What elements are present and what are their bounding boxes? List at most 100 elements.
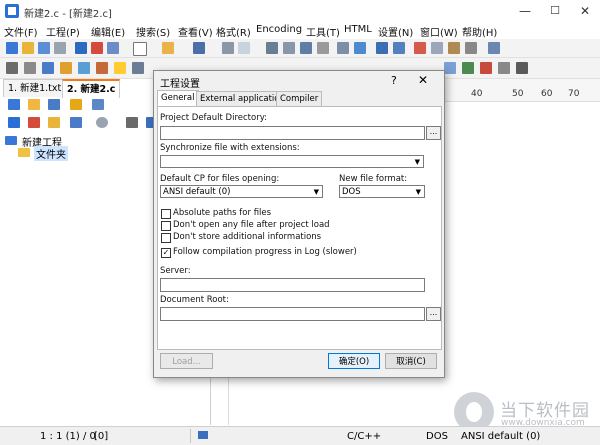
close-file-icon[interactable] [238,42,250,54]
find-icon[interactable] [266,42,278,54]
replace-icon[interactable] [300,42,312,54]
new-format-select[interactable]: DOS ▼ [339,185,425,198]
close-button[interactable]: ✕ [570,0,600,22]
indent-icon[interactable] [376,42,388,54]
favorites-icon[interactable] [70,99,82,110]
add-file-icon[interactable] [75,42,87,54]
tools-icon[interactable] [126,117,138,128]
menu-help[interactable]: 帮助(H) [462,24,497,39]
key-icon[interactable] [114,62,126,74]
save-file-icon[interactable] [193,42,205,54]
menu-window[interactable]: 窗口(W) [420,24,458,39]
tab-compiler[interactable]: Compiler [276,91,323,106]
status-language[interactable]: C/C++ [347,431,381,442]
save-project-icon[interactable] [38,42,50,54]
hex-icon[interactable] [444,62,456,74]
status-line-ending[interactable]: DOS [426,431,448,442]
server-input[interactable] [160,278,425,292]
cancel-button[interactable]: 取消(C) [385,353,437,369]
folder-view-icon[interactable] [28,99,40,110]
status-encoding[interactable]: ANSI default (0) [461,431,540,442]
outdent-icon[interactable] [393,42,405,54]
menu-encoding[interactable]: Encoding [256,24,302,35]
paste-icon[interactable] [448,42,460,54]
info-icon[interactable] [96,117,108,128]
project-view-icon[interactable] [8,99,20,110]
charset-icon[interactable] [132,62,144,74]
project-settings-icon[interactable] [107,42,119,54]
close-project-icon[interactable] [54,42,66,54]
follow-compilation-checkbox[interactable]: ✓ [161,248,171,258]
word-wrap-icon[interactable] [6,62,18,74]
lock-icon[interactable] [96,62,108,74]
status-divider [190,429,191,443]
default-cp-select[interactable]: ANSI default (0) ▼ [160,185,323,198]
rename-icon[interactable] [48,117,60,128]
load-button[interactable]: Load... [160,353,213,369]
menu-project[interactable]: 工程(P) [46,24,80,39]
project-dir-input[interactable] [160,126,425,140]
highlight-icon[interactable] [60,62,72,74]
menu-settings[interactable]: 设置(N) [378,24,413,39]
ok-button[interactable]: 确定(O) [328,353,380,369]
absolute-paths-checkbox[interactable] [161,209,171,219]
project-dir-label: Project Default Directory: [160,113,267,123]
templates-icon[interactable] [92,99,104,110]
run-icon[interactable] [462,62,474,74]
build-icon[interactable] [516,62,528,74]
copy-icon[interactable] [431,42,443,54]
document-root-input[interactable] [160,307,425,321]
status-position: 1 : 1 (1) / 0 [40,431,96,442]
tab-general[interactable]: General [157,90,199,107]
menu-tools[interactable]: 工具(T) [306,24,340,39]
menu-format[interactable]: 格式(R) [216,24,251,39]
menu-html[interactable]: HTML [344,24,372,35]
menu-edit[interactable]: 编辑(E) [91,24,125,39]
ruler-tick: 40 [471,89,483,99]
stop-icon[interactable] [480,62,492,74]
line-numbers-icon[interactable] [42,62,54,74]
function-list-icon[interactable] [48,99,60,110]
compile-icon[interactable] [498,62,510,74]
sync-extensions-select[interactable]: ▼ [160,155,424,168]
delete-icon[interactable] [465,42,477,54]
menu-view[interactable]: 查看(V) [178,24,213,39]
open-file-icon[interactable] [162,42,174,54]
default-cp-label: Default CP for files opening: [160,174,280,184]
bookmark-icon[interactable] [354,42,366,54]
dialog-close-button[interactable]: ✕ [418,73,428,87]
remove-item-icon[interactable] [28,117,40,128]
new-format-label: New file format: [339,174,408,184]
project-dir-browse-button[interactable]: ... [426,126,441,140]
find-next-icon[interactable] [283,42,295,54]
pilcrow-icon[interactable] [24,62,36,74]
new-project-icon[interactable] [6,42,18,54]
new-file-icon[interactable] [133,42,147,56]
dont-store-info-checkbox[interactable] [161,233,171,243]
refresh-icon[interactable] [70,117,82,128]
doc-tab-2[interactable]: 2. 新建2.c [62,79,121,98]
undo-icon[interactable] [488,42,500,54]
menu-search[interactable]: 搜索(S) [136,24,170,39]
find-in-files-icon[interactable] [317,42,329,54]
doc-tab-1[interactable]: 1. 新建1.txt [3,79,67,97]
keyboard-icon [198,431,208,439]
help-button[interactable]: ? [391,74,397,87]
tab-icon[interactable] [78,62,90,74]
add-folder-icon[interactable] [8,117,20,128]
status-bar: 1 : 1 (1) / 0 [0] C/C++ DOS ANSI default… [0,426,600,445]
remove-file-icon[interactable] [91,42,103,54]
window-title: 新建2.c - [新建2.c] [24,9,112,20]
cut-icon[interactable] [414,42,426,54]
dialog-title: 工程设置 [160,79,200,90]
menu-file[interactable]: 文件(F) [4,24,38,39]
save-all-icon[interactable] [222,42,234,54]
goto-icon[interactable] [337,42,349,54]
document-root-browse-button[interactable]: ... [426,307,441,321]
maximize-button[interactable]: ☐ [540,0,570,22]
minimize-button[interactable]: — [510,0,540,22]
open-project-icon[interactable] [22,42,34,54]
status-column: [0] [94,431,109,442]
dont-open-files-checkbox[interactable] [161,221,171,231]
folder-label[interactable]: 文件夹 [34,146,68,161]
